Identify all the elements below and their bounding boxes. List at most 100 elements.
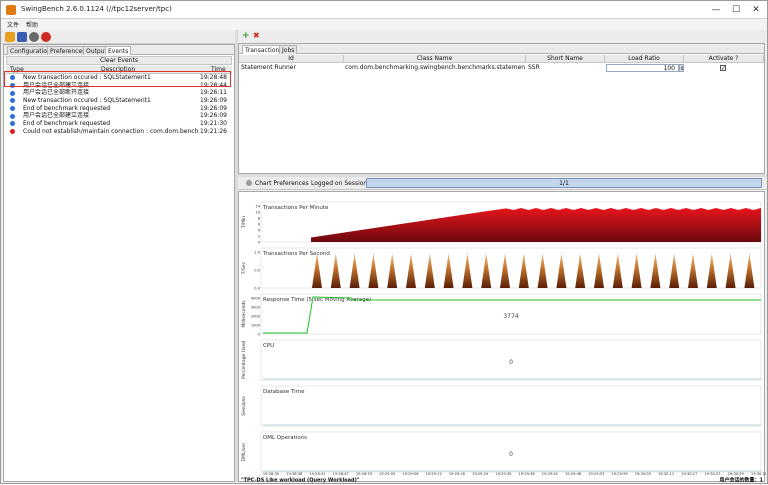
y-tick-label: 10 (255, 211, 260, 215)
cell-short-name[interactable]: SSR (528, 64, 604, 72)
charts-panel: Transactions Per Minute T/Min 0 2 4 6 8 10 14 Tra… (238, 191, 767, 484)
y-tick-label: 6 (258, 223, 261, 227)
menu-bar: 文件 帮助 (1, 19, 767, 30)
title-bar: SwingBench 2.6.0.1124 (//tpc12server/tpc… (1, 1, 767, 19)
event-time: 19:26:11 (200, 89, 227, 97)
right-tabs: Transactions Jobs (239, 44, 764, 54)
chart-title: Transactions Per Second (262, 251, 330, 257)
col-short-name[interactable]: Short Name (526, 55, 605, 63)
event-description: End of benchmark requested (23, 104, 111, 112)
time-tick-label: 19:30:29 (728, 472, 745, 476)
tab-jobs[interactable]: Jobs (279, 45, 298, 54)
y-tick-label: 3000 (251, 306, 261, 310)
chart-ylabel: T/Min (241, 216, 247, 229)
main-toolbar (1, 30, 235, 44)
cell-class-name[interactable]: com.dom.benchmarking.swingbench.benchmar… (345, 64, 525, 72)
activate-checkbox[interactable]: ✓ (720, 65, 726, 71)
time-tick-label: 19:29:00 (379, 472, 396, 476)
time-tick-label: 19:29:24 (472, 472, 489, 476)
time-tick-label: 19:28:47 (333, 472, 349, 476)
event-time: 19:21:26 (200, 127, 227, 135)
time-tick-label: 19:29:48 (565, 472, 582, 476)
event-description: New transaction occured : SQLStatement1 (23, 97, 151, 105)
y-tick-label: 4000 (251, 297, 261, 301)
y-tick-label: 0.0 (254, 287, 260, 291)
stop-icon[interactable] (41, 32, 51, 42)
time-tick-label: 19:30:23 (704, 472, 720, 476)
event-row[interactable]: End of benchmark requested 19:26:09 (6, 105, 232, 113)
event-time: 19:26:09 (200, 104, 227, 112)
info-icon (10, 121, 15, 127)
save-icon[interactable] (17, 32, 27, 42)
left-panel: Configuration Preferences Output Events … (3, 44, 235, 482)
window-title: SwingBench 2.6.0.1124 (//tpc12server/tpc… (21, 5, 172, 13)
y-tick-label: 8 (258, 217, 261, 221)
delete-icon[interactable]: ✖ (253, 31, 260, 40)
chart-preferences-button[interactable]: Chart Preferences (255, 180, 309, 187)
transactions-toolbar: + ✖ (238, 30, 767, 43)
app-icon (6, 5, 16, 15)
refresh-icon[interactable] (29, 32, 39, 42)
time-tick-label: 19:28:35 (263, 472, 279, 476)
info-icon (10, 98, 15, 104)
load-ratio-spinner[interactable]: 100 (606, 64, 679, 72)
time-tick-label: 19:29:18 (449, 472, 466, 476)
col-activate[interactable]: Activate ? (684, 55, 764, 63)
open-icon[interactable] (5, 32, 15, 42)
info-icon (10, 90, 15, 96)
clear-events-button[interactable]: Clear Events (6, 56, 232, 65)
event-time: 19:26:09 (200, 112, 227, 120)
minimize-icon[interactable]: — (707, 3, 725, 17)
col-id[interactable]: Id (239, 55, 344, 63)
event-row[interactable]: End of benchmark requested 19:21:30 (6, 120, 232, 128)
y-tick-label: 2000 (251, 315, 261, 319)
event-time: 19:21:30 (200, 120, 227, 128)
time-tick-label: 19:28:38 (286, 472, 303, 476)
cell-id[interactable]: Statement Runner (241, 64, 344, 72)
chart-panel-4 (260, 385, 762, 427)
add-icon[interactable]: + (242, 31, 250, 41)
info-icon (10, 113, 15, 119)
event-description: 用户会话已全部建立连接 (23, 112, 90, 120)
col-load-ratio[interactable]: Load Ratio (605, 55, 684, 63)
y-tick-label: 1.0 (254, 251, 260, 255)
time-tick-label: 19:28:53 (356, 472, 372, 476)
event-description: 用户会话已全部断开连接 (23, 89, 90, 97)
chart-ylabel: T/Sec (241, 261, 247, 275)
col-class-name[interactable]: Class Name (344, 55, 526, 63)
event-description: End of benchmark requested (23, 120, 111, 128)
time-tick-label: 19:30:17 (681, 472, 697, 476)
chart-title: DML Operations (263, 435, 307, 441)
swingbench-window: SwingBench 2.6.0.1124 (//tpc12server/tpc… (0, 0, 768, 484)
event-row[interactable]: 用户会话已全部建立连接 19:26:09 (6, 112, 232, 120)
time-tick-label: 19:30:11 (658, 472, 674, 476)
transactions-panel: Transactions Jobs Id Class Name Short Na… (238, 43, 765, 174)
sessions-value: 1/1 (559, 180, 569, 187)
chart-center-value: 0 (509, 451, 513, 458)
close-icon[interactable]: ✕ (747, 3, 765, 17)
y-tick-label: 2 (258, 235, 260, 239)
time-tick-label: 19:29:42 (542, 472, 558, 476)
charts-svg: Transactions Per Minute T/Min 0 2 4 6 8 10 14 Tra… (241, 201, 767, 484)
event-row[interactable]: Could not establish/maintain connection … (6, 128, 232, 136)
tab-events[interactable]: Events (105, 46, 132, 55)
time-tick-label: 19:30:05 (635, 472, 651, 476)
time-tick-label: 19:29:12 (426, 472, 442, 476)
event-row[interactable]: 用户会话已全部断开连接 19:26:11 (6, 89, 232, 97)
chart-title: CPU (263, 343, 274, 349)
chart-ylabel: Sessions (241, 396, 247, 416)
logged-on-sessions-label: Logged on Sessions (311, 180, 371, 187)
time-tick-label: 19:30:35 (751, 472, 766, 476)
y-tick-label: 0 (258, 333, 261, 337)
sessions-progress: 1/1 (366, 178, 762, 188)
event-row[interactable]: New transaction occured : SQLStatement1 1… (6, 97, 232, 105)
maximize-icon[interactable]: ☐ (727, 3, 745, 17)
spinner-arrows-icon[interactable]: ⇕ (679, 64, 684, 72)
sessions-count-label: 用户会话的数量：1 (719, 477, 764, 484)
highlight-annotation (4, 71, 231, 87)
y-tick-label: 1000 (251, 324, 261, 328)
menu-help[interactable]: 帮助 (26, 20, 38, 29)
menu-file[interactable]: 文件 (7, 20, 19, 29)
y-tick-label: 14 (255, 205, 260, 209)
y-tick-label: 4 (258, 229, 261, 233)
